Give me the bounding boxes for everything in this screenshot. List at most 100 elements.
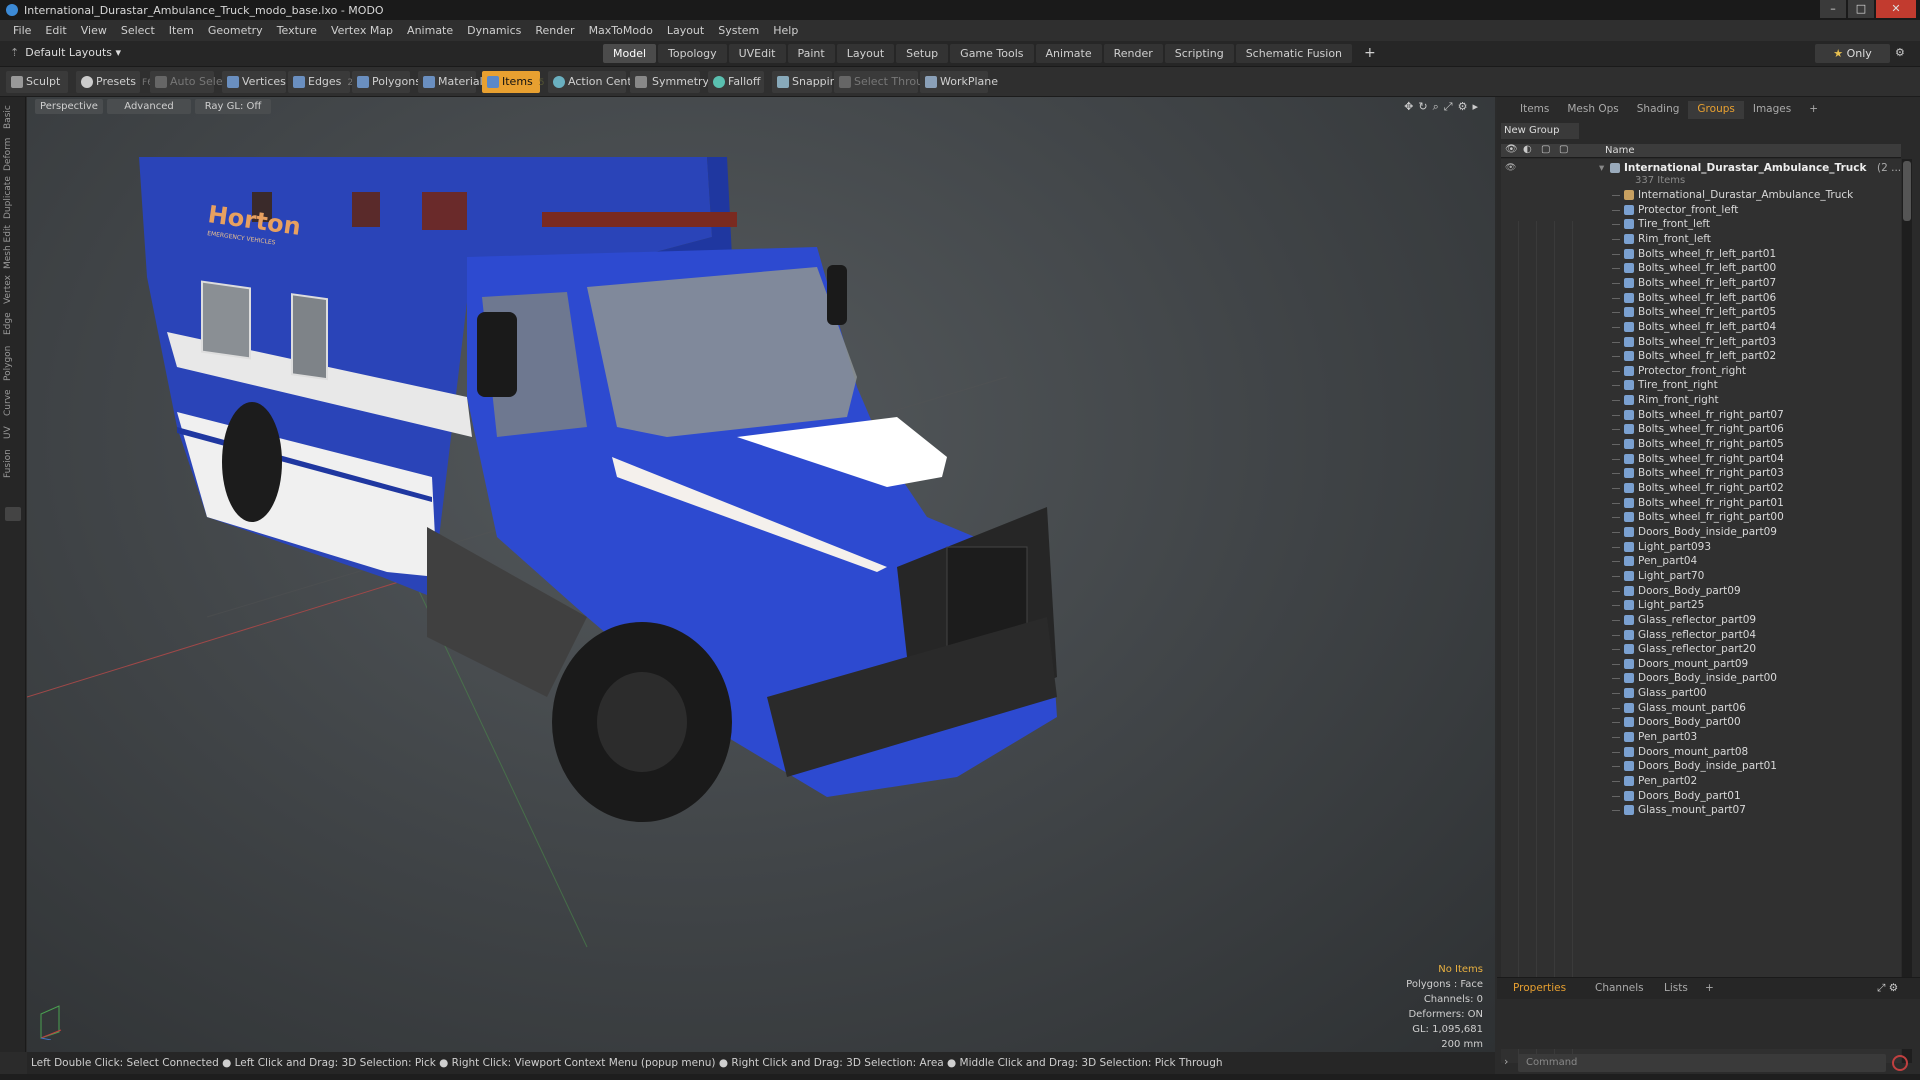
menu-dynamics[interactable]: Dynamics xyxy=(467,24,521,37)
tab-setup[interactable]: Setup xyxy=(896,44,949,63)
list-item[interactable]: Glass_mount_part07 xyxy=(1501,801,1901,819)
tab-schematic-fusion[interactable]: Schematic Fusion xyxy=(1235,44,1353,63)
select-through-button[interactable]: Select Through xyxy=(834,71,937,93)
workplane-button[interactable]: WorkPlane xyxy=(920,71,998,93)
side-tab-vertex[interactable]: Vertex xyxy=(3,273,23,307)
render-column-icon[interactable]: ◐ xyxy=(1523,144,1532,155)
polygons-button[interactable]: Polygons xyxy=(352,71,421,93)
auto-select-button[interactable]: Auto Select xyxy=(150,71,233,93)
tab-properties[interactable]: Properties xyxy=(1513,982,1566,994)
3d-viewport[interactable]: Horton EMERGENCY VEHICLES Perspective Ad… xyxy=(27,97,1495,1052)
tab-shading[interactable]: Shading xyxy=(1628,101,1689,119)
side-tab-mesh-edit[interactable]: Mesh Edit xyxy=(3,223,23,271)
menu-animate[interactable]: Animate xyxy=(407,24,453,37)
add-bottom-tab-button[interactable]: + xyxy=(1705,982,1714,994)
menu-geometry[interactable]: Geometry xyxy=(208,24,263,37)
maximize-button[interactable]: □ xyxy=(1848,0,1874,18)
default-layouts-dropdown[interactable]: ⇡ Default Layouts ▾ xyxy=(10,46,121,59)
add-layout-tab-button[interactable]: + xyxy=(1354,44,1386,63)
mesh-icon xyxy=(1624,439,1634,450)
viewport-gear-icon[interactable]: ⚙ xyxy=(1458,100,1473,113)
tree-line xyxy=(1612,356,1620,358)
perspective-dropdown[interactable]: Perspective xyxy=(35,99,103,114)
menu-edit[interactable]: Edit xyxy=(45,24,66,37)
command-input[interactable]: Command xyxy=(1518,1054,1886,1072)
side-tab-fusion[interactable]: Fusion xyxy=(3,447,23,481)
tab-layout[interactable]: Layout xyxy=(836,44,895,63)
tab-paint[interactable]: Paint xyxy=(787,44,835,63)
tab-scripting[interactable]: Scripting xyxy=(1164,44,1234,63)
visibility-column-eye-icon[interactable]: 👁 xyxy=(1505,144,1518,155)
only-toggle[interactable]: ★ Only xyxy=(1815,44,1890,63)
viewport-header: Perspective Advanced Ray GL: Off ✥↻⌕⤢⚙▸ xyxy=(27,97,1495,115)
menu-file[interactable]: File xyxy=(13,24,31,37)
add-panel-tab-button[interactable]: + xyxy=(1800,101,1827,119)
menu-system[interactable]: System xyxy=(718,24,759,37)
edges-button[interactable]: Edges 2 xyxy=(288,71,353,93)
tab-model[interactable]: Model xyxy=(603,44,657,63)
mesh-icon xyxy=(1624,658,1634,669)
scrollbar-thumb[interactable] xyxy=(1903,161,1911,221)
presets-button[interactable]: Presets F6 xyxy=(76,71,153,93)
side-panel-toggle[interactable] xyxy=(5,507,21,521)
menu-maxtomodo[interactable]: MaxToModo xyxy=(589,24,653,37)
side-tab-basic[interactable]: Basic xyxy=(3,101,23,133)
list-scrollbar[interactable] xyxy=(1902,159,1912,1063)
menu-view[interactable]: View xyxy=(81,24,107,37)
tab-game-tools[interactable]: Game Tools xyxy=(950,44,1034,63)
sculpt-button[interactable]: Sculpt xyxy=(6,71,68,93)
side-tab-uv[interactable]: UV xyxy=(3,421,23,445)
mesh-icon xyxy=(1624,629,1634,640)
vertices-button[interactable]: Vertices1 xyxy=(222,71,298,93)
menu-item[interactable]: Item xyxy=(169,24,194,37)
raygl-toggle[interactable]: Ray GL: Off xyxy=(195,99,271,114)
falloff-button[interactable]: Falloff xyxy=(708,71,764,93)
tab-uvedit[interactable]: UVEdit xyxy=(728,44,786,63)
tab-groups[interactable]: Groups xyxy=(1688,101,1744,119)
menu-select[interactable]: Select xyxy=(121,24,155,37)
action-center-button[interactable]: Action Center xyxy=(548,71,643,93)
pan-icon[interactable]: ✥ xyxy=(1404,100,1418,113)
tree-line xyxy=(1612,253,1620,255)
side-tab-duplicate[interactable]: Duplicate xyxy=(3,175,23,221)
gear-icon[interactable]: ⚙ xyxy=(1895,46,1905,59)
select-column-icon[interactable]: ▢ xyxy=(1559,144,1568,155)
menu-layout[interactable]: Layout xyxy=(667,24,704,37)
tree-line xyxy=(1612,634,1620,636)
side-tab-polygon[interactable]: Polygon xyxy=(3,341,23,385)
snapping-button[interactable]: Snapping xyxy=(772,71,844,93)
tab-lists[interactable]: Lists xyxy=(1664,982,1688,994)
tab-channels[interactable]: Channels xyxy=(1595,982,1644,994)
menu-texture[interactable]: Texture xyxy=(277,24,317,37)
menu-help[interactable]: Help xyxy=(773,24,798,37)
side-tab-deform[interactable]: Deform xyxy=(3,135,23,173)
menu-vertex-map[interactable]: Vertex Map xyxy=(331,24,393,37)
minimize-button[interactable]: – xyxy=(1820,0,1846,18)
side-tab-edge[interactable]: Edge xyxy=(3,309,23,339)
tab-topology[interactable]: Topology xyxy=(658,44,727,63)
tab-render[interactable]: Render xyxy=(1103,44,1163,63)
zoom-icon[interactable]: ⌕ xyxy=(1433,100,1444,113)
close-button[interactable]: ✕ xyxy=(1876,0,1916,18)
rotate-icon[interactable]: ↻ xyxy=(1418,100,1432,113)
materials-button[interactable]: Materials xyxy=(418,71,488,93)
tab-mesh-ops[interactable]: Mesh Ops xyxy=(1558,101,1627,119)
command-record-icon[interactable] xyxy=(1892,1055,1908,1071)
advanced-shading-dropdown[interactable]: Advanced xyxy=(107,99,191,114)
tree-line xyxy=(1612,473,1620,475)
lock-column-icon[interactable]: ▢ xyxy=(1541,144,1550,155)
new-group-button[interactable]: New Group xyxy=(1501,123,1579,139)
expand-panel-icon[interactable]: ⤢ ⚙ xyxy=(1877,982,1898,995)
tab-images[interactable]: Images xyxy=(1744,101,1800,119)
command-chevron-icon[interactable]: › xyxy=(1504,1055,1508,1068)
side-tab-curve[interactable]: Curve xyxy=(3,387,23,419)
mesh-icon xyxy=(1624,644,1634,655)
name-column-header[interactable]: Name xyxy=(1605,145,1635,156)
expand-arrow-icon[interactable]: ▸ xyxy=(1472,100,1483,113)
menu-render[interactable]: Render xyxy=(535,24,574,37)
fit-icon[interactable]: ⤢ xyxy=(1444,100,1458,113)
tab-animate[interactable]: Animate xyxy=(1035,44,1102,63)
tab-items[interactable]: Items xyxy=(1511,101,1558,119)
items-button[interactable]: Items 5 xyxy=(482,71,545,93)
symmetry-button[interactable]: Symmetry xyxy=(630,71,709,93)
